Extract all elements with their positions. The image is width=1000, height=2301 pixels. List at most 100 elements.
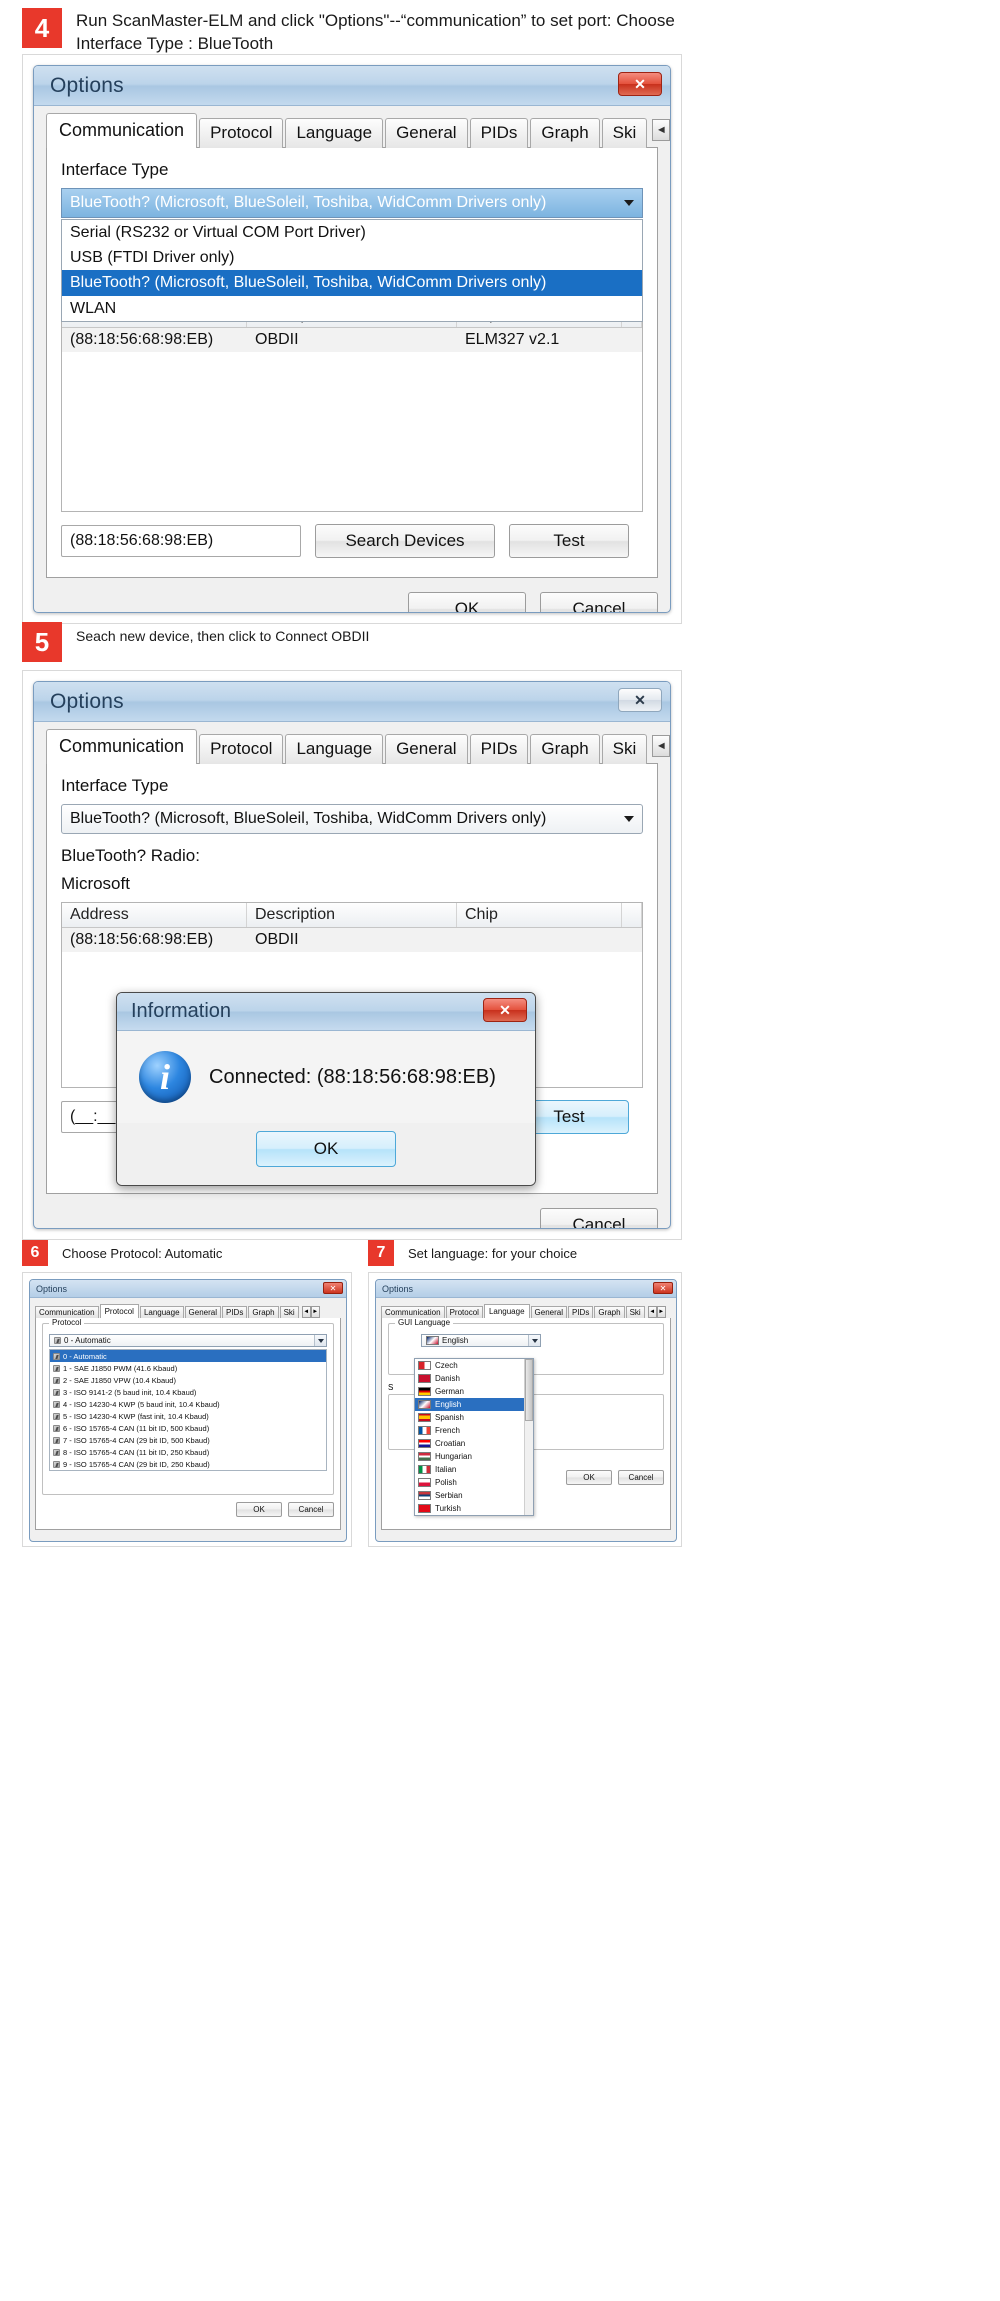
language-option-polish[interactable]: Polish [415,1476,533,1489]
chevron-left-icon[interactable]: ◄ [652,118,670,141]
protocol-option-7[interactable]: 7 - ISO 15765-4 CAN (29 bit ID, 500 Kbau… [50,1434,326,1446]
test-button[interactable]: Test [509,523,629,558]
lang-tab-general[interactable]: General [530,1306,567,1318]
language-close-icon[interactable]: ✕ [653,1282,673,1294]
lang-chevron-left-icon[interactable]: ◄ [647,1306,657,1318]
chevron-down-icon-step5[interactable] [616,805,642,833]
chevron-right-icon-step5[interactable]: ► [670,735,671,757]
language-option-german[interactable]: German [415,1385,533,1398]
lang-chevron-right-icon[interactable]: ► [656,1306,666,1318]
protocol-option-9[interactable]: 9 - ISO 15765-4 CAN (29 bit ID, 250 Kbau… [50,1458,326,1470]
dropdown-option-usb[interactable]: USB (FTDI Driver only) [62,245,642,270]
step-7-screenshot-frame: Options ✕ Communication Protocol Languag… [368,1272,682,1547]
interface-type-dropdown-list[interactable]: Serial (RS232 or Virtual COM Port Driver… [61,219,643,322]
scrollbar-thumb[interactable] [525,1359,533,1422]
table-row[interactable]: (88:18:56:68:98:EB) OBDII ELM327 v2.1 [62,327,642,352]
mini-tab-protocol[interactable]: Protocol [99,1304,139,1318]
table-row-step5[interactable]: (88:18:56:68:98:EB) OBDII [62,928,642,952]
mini-chevron-left-icon[interactable]: ◄ [301,1306,311,1318]
language-list-scrollbar[interactable] [524,1359,533,1515]
protocol-option-6[interactable]: 6 - ISO 15765-4 CAN (11 bit ID, 500 Kbau… [50,1422,326,1434]
chevron-right-icon[interactable]: ► [670,119,671,141]
chevron-left-icon-step5[interactable]: ◄ [652,734,670,757]
mini-tab-graph[interactable]: Graph [248,1306,279,1318]
protocol-cancel-button[interactable]: Cancel [288,1502,334,1517]
gui-language-chevron-down-icon[interactable] [528,1335,540,1346]
interface-type-combobox[interactable]: BlueTooth? (Microsoft, BlueSoleil, Toshi… [61,188,643,218]
language-option-italian[interactable]: Italian [415,1463,533,1476]
communication-tabpage: Interface Type BlueTooth? (Microsoft, Bl… [46,148,658,578]
tab-general[interactable]: General [385,118,468,148]
mini-tab-general[interactable]: General [184,1306,221,1318]
lang-tab-pids[interactable]: PIDs [568,1306,594,1318]
interface-type-combobox-step5[interactable]: BlueTooth? (Microsoft, BlueSoleil, Toshi… [61,804,643,834]
tab-protocol-step5[interactable]: Protocol [199,734,284,764]
language-option-turkish[interactable]: Turkish [415,1502,533,1515]
dropdown-option-bluetooth[interactable]: BlueTooth? (Microsoft, BlueSoleil, Toshi… [62,270,642,296]
cancel-button[interactable]: Cancel [540,592,658,612]
tab-pids-step5[interactable]: PIDs [469,734,529,764]
tab-general-step5[interactable]: General [385,734,468,764]
lang-tab-ski[interactable]: Ski [625,1306,645,1318]
language-option-danish[interactable]: Danish [415,1372,533,1385]
language-option-croatian[interactable]: Croatian [415,1437,533,1450]
cancel-button-step5[interactable]: Cancel [540,1208,658,1228]
protocol-tabpage: Protocol 0 - Automatic 0 - Automatic 1 -… [35,1318,341,1530]
protocol-panel-title: Options [36,1283,68,1294]
mini-tab-communication[interactable]: Communication [35,1306,99,1318]
search-devices-button[interactable]: Search Devices [315,523,495,558]
language-option-czech[interactable]: Czech [415,1359,533,1372]
protocol-option-label-6: 6 - ISO 15765-4 CAN (11 bit ID, 500 Kbau… [63,1423,210,1433]
close-icon-step5[interactable]: ✕ [618,688,662,712]
tab-ski-step5[interactable]: Ski [601,734,648,764]
protocol-close-icon[interactable]: ✕ [323,1282,343,1294]
protocol-ok-button[interactable]: OK [236,1502,282,1517]
information-close-icon[interactable]: ✕ [483,998,527,1022]
chevron-down-icon[interactable] [616,189,642,217]
dropdown-option-serial[interactable]: Serial (RS232 or Virtual COM Port Driver… [62,220,642,245]
protocol-combobox[interactable]: 0 - Automatic [49,1334,327,1347]
language-option-serbian[interactable]: Serbian [415,1489,533,1502]
tab-ski[interactable]: Ski [601,118,648,148]
tab-graph[interactable]: Graph [530,118,600,148]
lang-tab-communication[interactable]: Communication [381,1306,445,1318]
protocol-list[interactable]: 0 - Automatic 1 - SAE J1850 PWM (41.6 Kb… [49,1349,327,1471]
tab-language-step5[interactable]: Language [285,734,384,764]
device-grid[interactable]: Address Description Chip (88:18:56:68:98… [61,301,643,512]
lang-tab-language[interactable]: Language [483,1304,530,1318]
language-option-english[interactable]: English [415,1398,533,1411]
mini-tab-language[interactable]: Language [139,1306,184,1318]
language-cancel-button[interactable]: Cancel [618,1470,664,1485]
language-option-spanish[interactable]: Spanish [415,1411,533,1424]
lang-tab-protocol[interactable]: Protocol [445,1306,483,1318]
close-icon[interactable]: ✕ [618,72,662,96]
tab-graph-step5[interactable]: Graph [530,734,600,764]
tab-language[interactable]: Language [285,118,384,148]
tab-communication-step5[interactable]: Communication [46,729,198,764]
language-ok-button[interactable]: OK [566,1470,612,1485]
mini-chevron-right-icon[interactable]: ► [310,1306,320,1318]
language-option-french[interactable]: French [415,1424,533,1437]
protocol-chevron-down-icon[interactable] [314,1335,326,1346]
language-option-hungarian[interactable]: Hungarian [415,1450,533,1463]
protocol-option-2[interactable]: 2 - SAE J1850 VPW (10.4 Kbaud) [50,1374,326,1386]
lang-tab-graph[interactable]: Graph [594,1306,625,1318]
protocol-option-3[interactable]: 3 - ISO 9141-2 (5 baud init, 10.4 Kbaud) [50,1386,326,1398]
gui-language-combobox[interactable]: English [421,1334,541,1347]
protocol-option-1[interactable]: 1 - SAE J1850 PWM (41.6 Kbaud) [50,1362,326,1374]
tab-protocol[interactable]: Protocol [199,118,284,148]
address-input[interactable]: (88:18:56:68:98:EB) [61,524,301,557]
mini-tab-pids[interactable]: PIDs [222,1306,248,1318]
device-action-row: (88:18:56:68:98:EB) Search Devices Test [61,523,643,558]
protocol-option-4[interactable]: 4 - ISO 14230-4 KWP (5 baud init, 10.4 K… [50,1398,326,1410]
protocol-option-0[interactable]: 0 - Automatic [50,1350,326,1362]
dropdown-option-wlan[interactable]: WLAN [62,296,642,321]
ok-button[interactable]: OK [408,592,526,612]
mini-tab-ski[interactable]: Ski [279,1306,299,1318]
tab-communication[interactable]: Communication [46,113,198,148]
information-ok-button[interactable]: OK [256,1131,396,1167]
tab-pids[interactable]: PIDs [469,118,529,148]
protocol-option-5[interactable]: 5 - ISO 14230-4 KWP (fast init, 10.4 Kba… [50,1410,326,1422]
language-dropdown-list[interactable]: Czech Danish German English Spanish Fren… [414,1358,534,1516]
protocol-option-8[interactable]: 8 - ISO 15765-4 CAN (11 bit ID, 250 Kbau… [50,1446,326,1458]
